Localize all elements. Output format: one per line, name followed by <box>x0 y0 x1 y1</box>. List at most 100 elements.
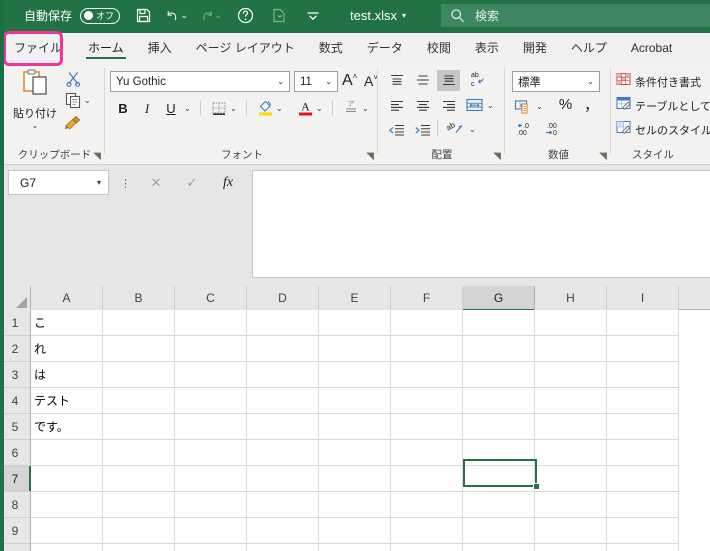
fill-color-button[interactable] <box>254 96 276 117</box>
cell-e5[interactable] <box>319 414 391 440</box>
number-format-select[interactable]: 標準 ⌄ <box>512 71 600 92</box>
merge-caret-icon[interactable]: ⌄ <box>487 101 494 110</box>
paste-button[interactable]: 貼り付け ⌄ <box>12 68 58 134</box>
cell-i4[interactable] <box>607 388 679 414</box>
cell-f10[interactable] <box>391 544 463 551</box>
confirm-entry-button[interactable]: ✓ <box>174 170 210 195</box>
cell-a2[interactable]: れ <box>31 336 103 362</box>
name-box[interactable]: G7 ▾ <box>8 170 109 195</box>
row-header-1[interactable]: 1 <box>0 310 31 336</box>
tab-file[interactable]: ファイル <box>0 33 76 62</box>
row-header-6[interactable]: 6 <box>0 440 31 466</box>
column-header-d[interactable]: D <box>247 286 319 310</box>
align-left-button[interactable] <box>385 95 408 116</box>
align-right-button[interactable] <box>437 95 460 116</box>
customize-quick-access-icon[interactable] <box>302 5 324 27</box>
font-dialog-launcher[interactable]: ◥ <box>366 151 374 162</box>
grow-font-icon[interactable]: A˄ <box>342 72 357 90</box>
cell-d2[interactable] <box>247 336 319 362</box>
cell-h3[interactable] <box>535 362 607 388</box>
cell-d6[interactable] <box>247 440 319 466</box>
cell-a4[interactable]: テスト <box>31 388 103 414</box>
align-top-button[interactable] <box>385 70 408 91</box>
cell-e9[interactable] <box>319 518 391 544</box>
comma-format-button[interactable]: ， <box>580 94 603 115</box>
tab-acrobat[interactable]: Acrobat <box>619 33 684 62</box>
undo-icon[interactable]: ⌄ <box>166 5 188 27</box>
cell-h8[interactable] <box>535 492 607 518</box>
cell-a1[interactable]: こ <box>31 310 103 336</box>
column-header-g[interactable]: G <box>463 286 535 311</box>
conditional-formatting-button[interactable]: 条件付き書式 <box>616 71 710 92</box>
cell-f6[interactable] <box>391 440 463 466</box>
bold-button[interactable]: B <box>112 98 134 119</box>
borders-button[interactable] <box>208 98 230 119</box>
cell-e3[interactable] <box>319 362 391 388</box>
cell-a6[interactable] <box>31 440 103 466</box>
cell-h7[interactable] <box>535 466 607 492</box>
row-header-8[interactable]: 8 <box>0 492 31 518</box>
cell-h10[interactable] <box>535 544 607 551</box>
text-orientation-button[interactable]: ab <box>443 118 467 139</box>
percent-format-button[interactable]: % <box>554 94 577 115</box>
cell-b7[interactable] <box>103 466 175 492</box>
font-color-button[interactable]: A <box>294 96 316 117</box>
column-header-h[interactable]: H <box>535 286 607 310</box>
cell-e2[interactable] <box>319 336 391 362</box>
select-all-corner-button[interactable] <box>0 286 31 310</box>
align-center-button[interactable] <box>411 95 434 116</box>
row-header-7[interactable]: 7 <box>0 466 31 492</box>
phonetic-guide-button[interactable]: ア <box>340 96 362 117</box>
font-color-caret-icon[interactable]: ⌄ <box>316 104 323 113</box>
column-header-b[interactable]: B <box>103 286 175 310</box>
cell-g9[interactable] <box>463 518 535 544</box>
cancel-entry-button[interactable]: ✕ <box>138 170 174 195</box>
row-header-4[interactable]: 4 <box>0 388 31 414</box>
cell-i1[interactable] <box>607 310 679 336</box>
cell-f7[interactable] <box>391 466 463 492</box>
cell-styles-button[interactable]: セルのスタイル ⌄ <box>616 119 710 140</box>
name-box-caret-icon[interactable]: ▾ <box>97 178 101 187</box>
cell-a5[interactable]: です。 <box>31 414 103 440</box>
cell-g7[interactable] <box>463 466 535 492</box>
touch-mode-icon[interactable] <box>268 5 290 27</box>
underline-caret-icon[interactable]: ⌄ <box>184 104 191 113</box>
cell-f2[interactable] <box>391 336 463 362</box>
row-header-5[interactable]: 5 <box>0 414 31 440</box>
save-icon[interactable] <box>132 5 154 27</box>
file-name-caret-icon[interactable]: ▾ <box>402 11 406 20</box>
formula-bar-more-icon[interactable]: ⋮ <box>120 177 131 190</box>
accounting-caret-icon[interactable]: ⌄ <box>536 102 543 111</box>
cell-e7[interactable] <box>319 466 391 492</box>
cell-i10[interactable] <box>607 544 679 551</box>
redo-icon[interactable]: ⌄ <box>200 5 222 27</box>
row-header-2[interactable]: 2 <box>0 336 31 362</box>
cell-g10[interactable] <box>463 544 535 551</box>
cell-f5[interactable] <box>391 414 463 440</box>
number-format-caret-icon[interactable]: ⌄ <box>587 77 594 86</box>
format-as-table-button[interactable]: テーブルとして書 <box>616 95 710 116</box>
cell-i3[interactable] <box>607 362 679 388</box>
fill-handle[interactable] <box>533 483 540 490</box>
font-name-caret-icon[interactable]: ⌄ <box>277 77 284 86</box>
cell-i9[interactable] <box>607 518 679 544</box>
cell-h1[interactable] <box>535 310 607 336</box>
column-header-e[interactable]: E <box>319 286 391 310</box>
cell-i6[interactable] <box>607 440 679 466</box>
row-header-9[interactable]: 9 <box>0 518 31 544</box>
align-bottom-button[interactable] <box>437 70 460 91</box>
column-header-a[interactable]: A <box>31 286 103 310</box>
cell-i7[interactable] <box>607 466 679 492</box>
alignment-dialog-launcher[interactable]: ◥ <box>493 151 501 162</box>
cell-c5[interactable] <box>175 414 247 440</box>
cell-a9[interactable] <box>31 518 103 544</box>
cell-h4[interactable] <box>535 388 607 414</box>
font-name-input[interactable]: Yu Gothic ⌄ <box>110 71 290 92</box>
cell-d3[interactable] <box>247 362 319 388</box>
cell-b5[interactable] <box>103 414 175 440</box>
cell-a3[interactable]: は <box>31 362 103 388</box>
accounting-format-button[interactable]: ¥ <box>512 96 534 117</box>
cell-d1[interactable] <box>247 310 319 336</box>
cell-h6[interactable] <box>535 440 607 466</box>
cell-c7[interactable] <box>175 466 247 492</box>
